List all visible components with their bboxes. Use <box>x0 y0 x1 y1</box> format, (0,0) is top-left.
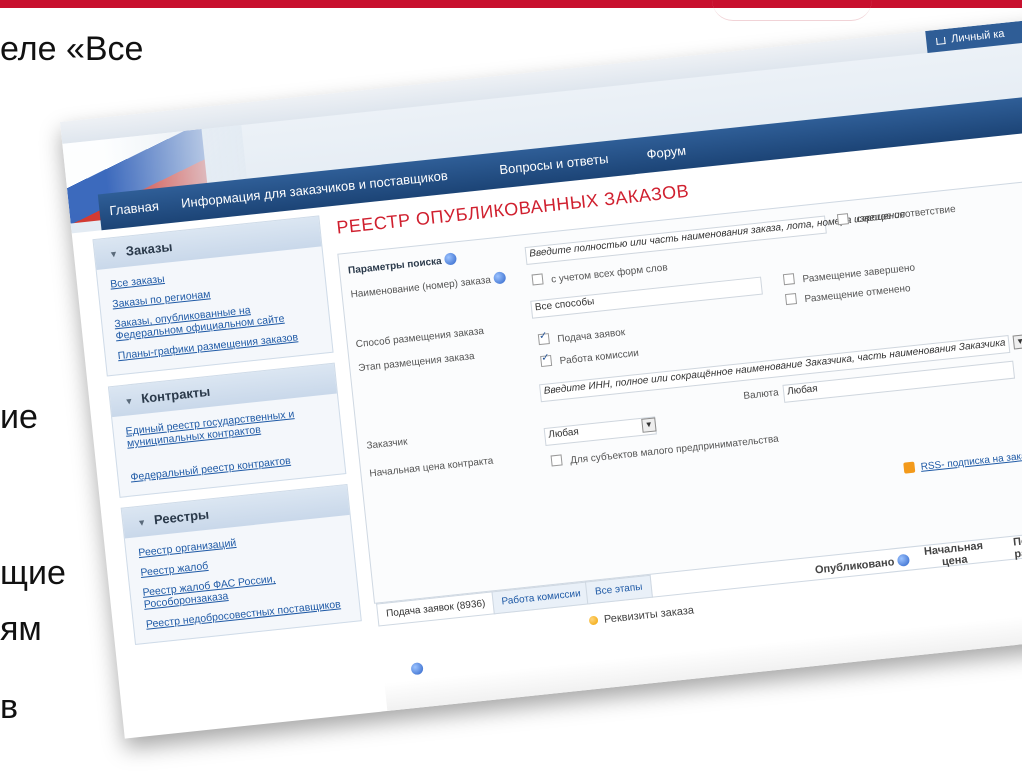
stage-label: Этап размещения заказа <box>357 350 476 375</box>
order-name-label: Наименование (номер) заказа <box>350 271 507 301</box>
currency-label: Валюта <box>742 387 780 403</box>
checkbox-checked[interactable] <box>537 333 550 346</box>
lock-icon <box>935 36 946 45</box>
personal-cabinet-link[interactable]: Личный ка <box>925 18 1022 53</box>
chevron-down-icon: ▼ <box>108 248 119 260</box>
checkbox[interactable] <box>782 273 795 286</box>
help-icon[interactable] <box>443 252 458 266</box>
table-row <box>384 605 1022 713</box>
word-forms-checkbox[interactable]: с учетом всех форм слов <box>531 260 668 287</box>
checkbox[interactable] <box>531 273 544 286</box>
sidebar-title: Заказы <box>125 238 174 259</box>
rss-icon <box>903 461 916 474</box>
sidebar-title: Реестры <box>153 506 210 528</box>
slide-text-fragment-2: щие <box>0 554 66 592</box>
strict-match-checkbox[interactable]: строгое соответствие <box>836 202 956 227</box>
nav-home[interactable]: Главная <box>109 198 160 218</box>
slide-text-fragment-1: ие <box>0 398 38 436</box>
help-icon <box>896 553 910 567</box>
checkbox[interactable] <box>784 293 798 306</box>
sort-icon <box>588 615 599 626</box>
search-params-label: Параметры поиска <box>347 252 458 277</box>
stage-applications-checkbox[interactable]: Подача заявок <box>537 325 626 347</box>
checkbox-checked[interactable] <box>540 354 553 368</box>
login-label: Личный ка <box>950 27 1006 46</box>
nav-forum[interactable]: Форум <box>646 143 687 162</box>
nav-faq[interactable]: Вопросы и ответы <box>499 151 609 177</box>
chevron-down-icon: ▼ <box>136 517 147 529</box>
sidebar-title: Контракты <box>140 383 211 406</box>
sidebar-section-orders: ▼ Заказы Все заказы Заказы по регионам За… <box>92 215 334 377</box>
column-last[interactable]: Посл разм <box>1013 531 1022 561</box>
column-order-details[interactable]: Реквизиты заказа <box>588 604 694 627</box>
slide-heading-fragment: еле «Все <box>0 30 144 68</box>
main-content: РЕЕСТР ОПУБЛИКОВАННЫХ ЗАКАЗОВ Параметры … <box>328 129 1022 713</box>
column-published[interactable]: Опубликовано <box>814 553 910 577</box>
slide-top-decoration <box>712 0 872 21</box>
checkbox[interactable] <box>550 454 563 467</box>
stage-commission-checkbox[interactable]: Работа комиссии <box>540 346 639 369</box>
rss-link[interactable]: RSS- подписка на заказы по у <box>903 446 1022 474</box>
help-icon[interactable] <box>493 271 507 285</box>
chevron-down-icon[interactable]: ▼ <box>1012 334 1022 350</box>
search-form: Параметры поиска Наименование (номер) за… <box>337 176 1022 604</box>
method-label: Способ размещения заказа <box>355 325 485 351</box>
slide-text-fragment-4: в <box>0 688 19 726</box>
sidebar-section-contracts: ▼ Контракты Единый реестр государственных… <box>107 362 347 498</box>
chevron-down-icon: ▼ <box>124 395 134 407</box>
help-icon[interactable] <box>410 659 424 678</box>
price-label: Начальная цена контракта <box>368 455 494 480</box>
sidebar: ▼ Заказы Все заказы Заказы по регионам За… <box>92 215 362 655</box>
sidebar-section-registries: ▼ Реестры Реестр организаций Реестр жалоб… <box>120 483 362 646</box>
sidebar-item-federal-contracts[interactable]: Федеральный реестр контрактов <box>118 445 345 489</box>
customer-label: Заказчик <box>365 436 408 452</box>
website-screenshot: Личный ка Главная Информация для заказчи… <box>60 17 1022 739</box>
slide-text-fragment-3: ям <box>0 610 42 648</box>
chevron-down-icon[interactable]: ▼ <box>641 417 657 433</box>
checkbox[interactable] <box>836 213 849 226</box>
